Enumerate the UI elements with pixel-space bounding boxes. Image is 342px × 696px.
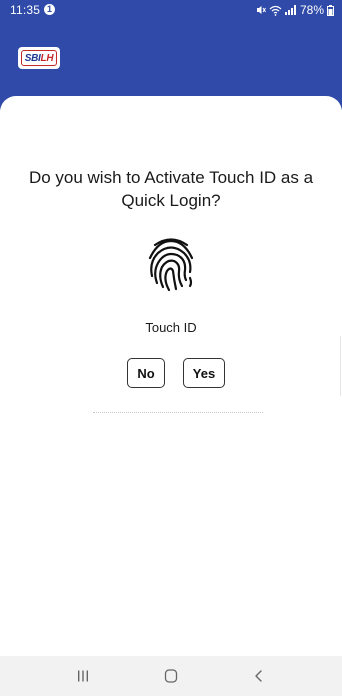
home-button[interactable] xyxy=(141,656,201,696)
sbilh-logo: SBILH xyxy=(18,47,60,69)
yes-button[interactable]: Yes xyxy=(183,358,225,388)
battery-icon xyxy=(327,4,334,16)
fingerprint-icon[interactable] xyxy=(146,236,196,292)
app-header: 11:35 1 78% SBILH xyxy=(0,0,342,110)
logo-text-secondary: LH xyxy=(40,52,54,64)
android-nav-bar xyxy=(0,656,342,696)
status-icons: 78% xyxy=(256,3,334,17)
signal-icon xyxy=(284,5,296,15)
phone-screen: 11:35 1 78% SBILH Do you wish to Activat… xyxy=(0,0,342,696)
touch-id-label: Touch ID xyxy=(145,320,197,335)
logo-text-primary: SBI xyxy=(24,52,41,64)
battery-percent: 78% xyxy=(299,3,324,17)
logo-frame: SBILH xyxy=(20,50,58,66)
back-icon xyxy=(255,670,262,682)
activate-touch-id-question: Do you wish to Activate Touch ID as a Qu… xyxy=(28,168,314,210)
home-icon xyxy=(164,669,178,683)
touch-id-dialog: Do you wish to Activate Touch ID as a Qu… xyxy=(0,96,342,656)
divider xyxy=(93,412,263,413)
recent-apps-button[interactable] xyxy=(53,656,113,696)
recent-apps-icon xyxy=(78,670,88,682)
status-bar: 11:35 1 78% xyxy=(0,0,342,20)
logo-text: SBILH xyxy=(25,53,54,64)
back-button[interactable] xyxy=(229,656,289,696)
wifi-icon xyxy=(269,5,282,16)
no-button[interactable]: No xyxy=(127,358,165,388)
status-time: 11:35 xyxy=(10,3,41,17)
notification-badge: 1 xyxy=(44,4,55,15)
scroll-edge-line xyxy=(340,336,341,396)
mute-icon xyxy=(256,6,266,14)
